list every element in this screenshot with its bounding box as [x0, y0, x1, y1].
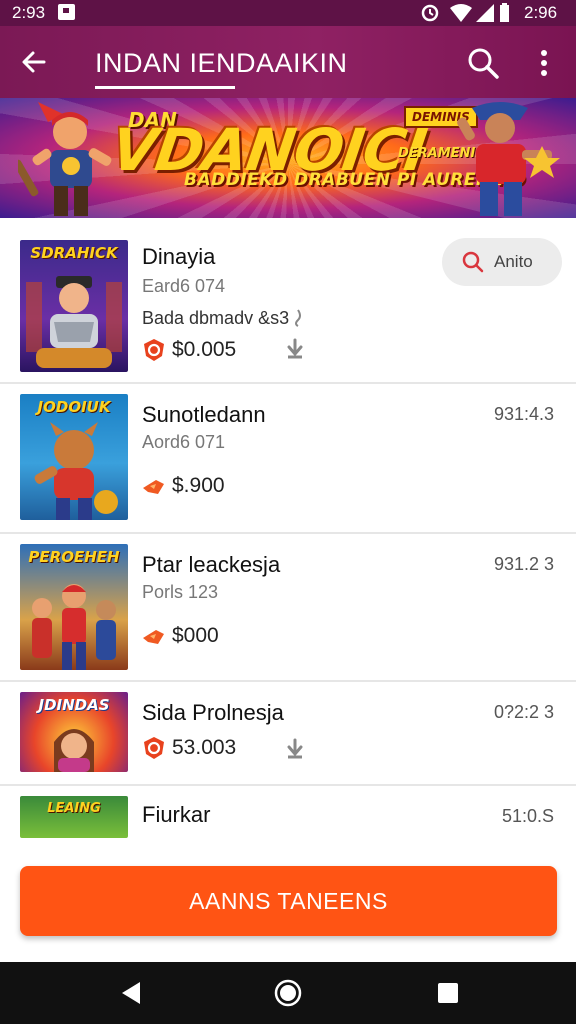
game-name: Sida Prolnesja: [142, 700, 284, 725]
back-arrow-icon[interactable]: [18, 46, 50, 78]
battery-icon: [500, 3, 509, 22]
game-meta: 931.2 3: [493, 554, 554, 574]
thumbnail-caption: JDINDAS: [38, 696, 110, 714]
game-name: Fiurkar: [142, 802, 211, 827]
thumbnail-character: [34, 422, 118, 520]
list-item[interactable]: SDRAHICK Dinayia Eard6 074 Bada dbmadv &…: [0, 218, 576, 384]
game-meta: 0?2:2 3: [493, 702, 554, 722]
game-name: Dinayia: [142, 244, 216, 269]
game-thumbnail: JODOIUK: [20, 394, 128, 520]
game-subtitle: Porls 123: [142, 582, 219, 602]
list-item[interactable]: JDINDAS Sida Prolnesja 53.003 0?2:2 3: [0, 682, 576, 786]
action-button[interactable]: Anito: [442, 238, 562, 286]
coin-badge-icon: [144, 339, 164, 361]
fire-tag-icon: [143, 480, 164, 494]
fire-tag-icon: [143, 630, 164, 644]
game-price: 53.003: [172, 736, 237, 759]
wifi-icon: [450, 4, 472, 22]
status-icons: [421, 3, 509, 22]
app-bar: INDAN IENDAAIKIN: [0, 26, 576, 98]
action-button-label: Anito: [494, 252, 533, 271]
download-icon[interactable]: [284, 738, 306, 760]
list-item[interactable]: LEAING Fiurkar 51:0.S: [0, 786, 576, 838]
list-item[interactable]: PEROEHEH Ptar leackesja Porls 123 $000 9…: [0, 534, 576, 682]
game-meta: 931:4.3: [493, 404, 554, 424]
notification-icon: [58, 4, 75, 20]
game-subtitle: Eard6 074: [142, 276, 226, 296]
status-time-left: 2:93: [12, 3, 46, 22]
coin-badge-icon: [144, 737, 164, 759]
thumbnail-caption: PEROEHEH: [28, 548, 120, 566]
thumbnail-caption: SDRAHICK: [30, 244, 118, 262]
game-name: Sunotledann: [142, 402, 266, 427]
thumbnail-characters: [32, 584, 116, 670]
download-icon[interactable]: [284, 338, 306, 360]
nav-recents-icon[interactable]: [433, 978, 463, 1008]
thumbnail-caption: JODOIUK: [37, 398, 111, 416]
game-thumbnail: SDRAHICK: [20, 240, 128, 372]
game-price: $000: [172, 624, 219, 647]
signal-icon: [476, 4, 494, 22]
alarm-icon: [421, 4, 439, 22]
status-time-right: 2:96: [524, 3, 558, 22]
search-icon: [462, 251, 484, 273]
game-subtitle: Aord6 071: [142, 432, 226, 452]
nav-back-icon[interactable]: [116, 978, 146, 1008]
more-vert-icon[interactable]: [534, 48, 554, 78]
game-price: $.900: [172, 474, 225, 497]
primary-cta-button[interactable]: AANNS TANEENS: [20, 866, 557, 936]
game-thumbnail: JDINDAS: [20, 692, 128, 772]
game-description: Bada dbmadv &s3: [142, 308, 290, 328]
list-item[interactable]: JODOIUK Sunotledann Aord6 071 $.900 931:…: [0, 384, 576, 534]
promo-banner[interactable]: DAN VDANOICI DEMINIS DERAMENIN BADDIEKD …: [0, 98, 576, 218]
page-title: INDAN IENDAAIKIN: [95, 48, 348, 78]
title-underline: [95, 86, 235, 89]
game-thumbnail: LEAING: [20, 796, 128, 838]
thumbnail-character: [54, 729, 94, 772]
game-name: Ptar leackesja: [142, 552, 281, 577]
system-nav-bar: [0, 962, 576, 1024]
game-price: $0.005: [172, 338, 237, 361]
banner-hero-right-illustration: [457, 102, 560, 216]
thumbnail-caption: LEAING: [47, 801, 101, 816]
info-icon: [295, 309, 301, 327]
search-icon[interactable]: [466, 46, 500, 80]
nav-home-icon[interactable]: [273, 978, 303, 1008]
status-bar: 2:93 2:96: [0, 0, 576, 26]
game-meta: 51:0.S: [501, 806, 554, 826]
game-thumbnail: PEROEHEH: [20, 544, 128, 670]
thumbnail-character: [26, 276, 122, 368]
